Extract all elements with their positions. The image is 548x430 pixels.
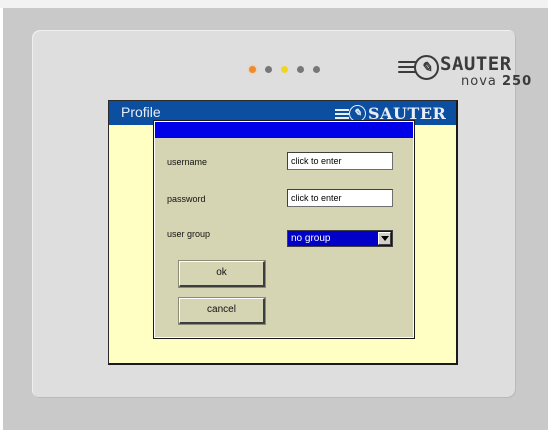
sauter-emblem-icon: ✎ xyxy=(349,105,366,122)
brand-name: SAUTER xyxy=(440,53,512,75)
cancel-button[interactable]: cancel xyxy=(178,297,266,325)
status-led-grey xyxy=(265,66,272,73)
screen-title: Profile xyxy=(121,104,161,120)
status-led-yellow xyxy=(281,66,288,73)
device-frame: ✎ SAUTER nova 250 Profile ✎ SAUTER usern… xyxy=(0,0,548,430)
status-led-orange xyxy=(249,66,256,73)
ok-button[interactable]: ok xyxy=(178,260,266,288)
user-group-select[interactable]: no group xyxy=(287,230,393,247)
model-number: 250 xyxy=(502,74,533,89)
model-name: nova 250 xyxy=(461,74,533,89)
top-strip xyxy=(0,0,548,8)
chevron-down-icon[interactable] xyxy=(378,232,391,245)
status-led-grey xyxy=(313,66,320,73)
password-label: password xyxy=(167,194,206,204)
status-led-grey xyxy=(297,66,304,73)
username-label: username xyxy=(167,157,208,167)
sauter-logo: ✎ SAUTER nova 250 xyxy=(398,53,531,93)
dialog-titlebar xyxy=(155,122,413,138)
user-group-label: user group xyxy=(167,229,211,239)
logo-lines-icon xyxy=(335,109,349,121)
user-group-value: no group xyxy=(291,233,331,244)
login-dialog: username click to enter password click t… xyxy=(153,120,415,339)
username-field[interactable]: click to enter xyxy=(287,152,393,170)
sauter-emblem-icon: ✎ xyxy=(414,55,439,80)
password-field[interactable]: click to enter xyxy=(287,189,393,207)
